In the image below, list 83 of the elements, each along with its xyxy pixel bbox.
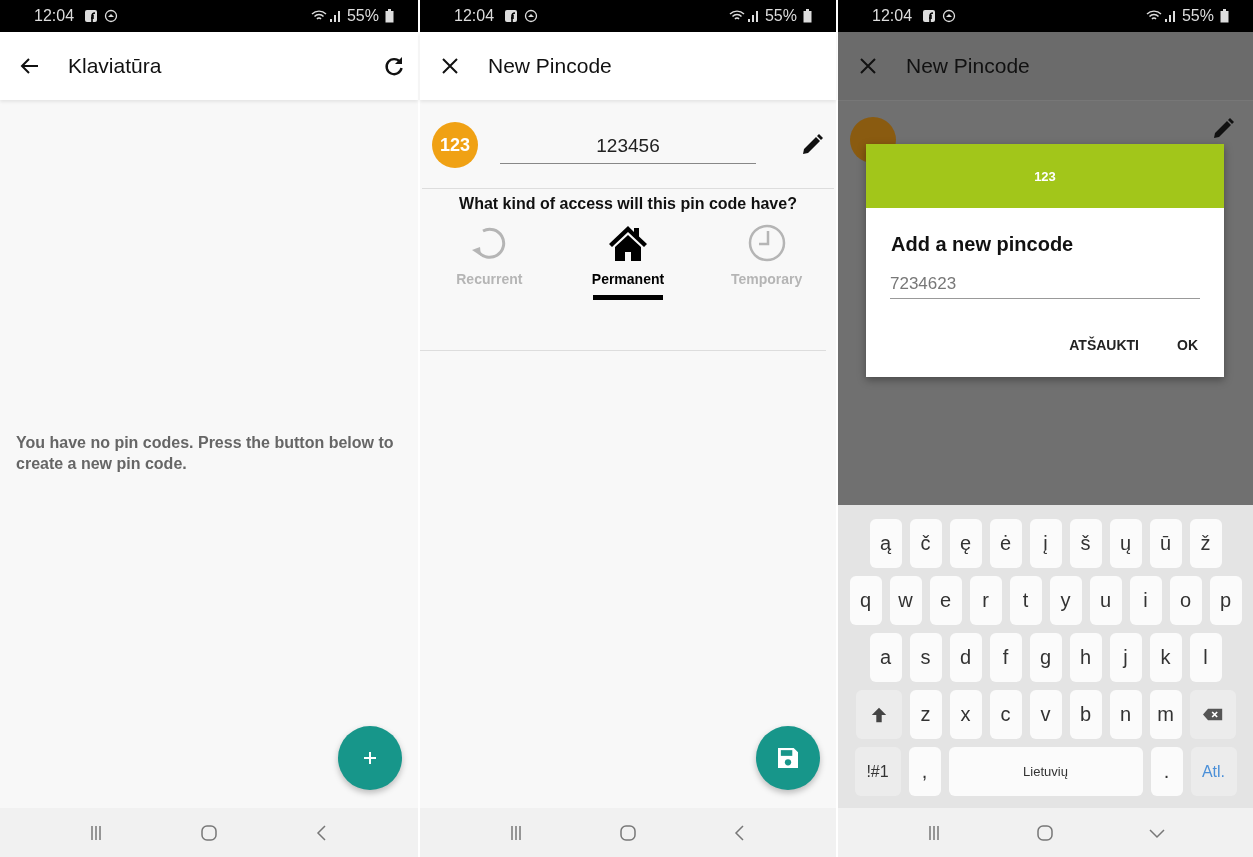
keyboard-key[interactable]: ė — [989, 519, 1022, 568]
dialog-button[interactable]: ATŠAUKTI — [1061, 331, 1147, 359]
battery-icon — [1220, 9, 1229, 23]
battery-icon — [803, 9, 812, 23]
pincode-input[interactable]: 7234623 — [890, 270, 1200, 299]
battery-percentage: 55% — [764, 7, 797, 25]
keyboard-key[interactable]: ę — [949, 519, 982, 568]
keyboard-key[interactable]: a — [869, 633, 902, 682]
keyboard-key[interactable]: d — [949, 633, 982, 682]
notification-icon — [84, 9, 99, 23]
keyboard-key[interactable]: ų — [1109, 519, 1142, 568]
keyboard-key[interactable]: c — [989, 690, 1022, 739]
keyboard-key[interactable]: o — [1169, 576, 1202, 625]
add-button[interactable] — [338, 726, 402, 790]
keyboard-key[interactable]: č — [909, 519, 942, 568]
screen-title: Klaviatūra — [68, 54, 162, 78]
shift-arrow-icon — [869, 705, 888, 724]
home-button-icon[interactable] — [199, 822, 219, 843]
keyboard-key[interactable]: i — [1129, 576, 1162, 625]
keyboard-key[interactable]: r — [969, 576, 1002, 625]
keyboard-key[interactable]: y — [1049, 576, 1082, 625]
keyboard-key[interactable]: ž — [1189, 519, 1222, 568]
keyboard-key[interactable]: h — [1069, 633, 1102, 682]
pincode-field[interactable]: 123456 — [500, 126, 756, 164]
access-type-tab[interactable]: Permanent — [573, 223, 683, 300]
keyboard-key[interactable]: w — [889, 576, 922, 625]
notification-icon — [524, 9, 539, 23]
symbols-key[interactable]: !#1 — [854, 747, 901, 796]
battery-percentage: 55% — [346, 7, 379, 25]
pencil-icon[interactable] — [800, 133, 824, 157]
shift-key[interactable] — [855, 690, 902, 739]
signal-icon — [1145, 9, 1176, 23]
screen-title: New Pincode — [906, 54, 1030, 78]
empty-state-message: You have no pin codes. Press the button below to create a new pin code. — [15, 433, 395, 474]
keyboard-key[interactable]: t — [1009, 576, 1042, 625]
screen-title: New Pincode — [488, 54, 612, 78]
keyboard-key[interactable]: l — [1189, 633, 1222, 682]
backspace-icon — [1201, 707, 1224, 722]
space-key[interactable]: Lietuvių — [948, 747, 1143, 796]
save-button[interactable] — [756, 726, 820, 790]
access-question: What kind of access will this pin code have? — [422, 188, 834, 213]
home-button-icon[interactable] — [618, 822, 638, 843]
keyboard-key[interactable]: v — [1029, 690, 1062, 739]
signal-icon — [310, 9, 341, 23]
keyboard-key[interactable]: x — [949, 690, 982, 739]
keyboard-key[interactable]: . — [1150, 747, 1183, 796]
keyboard-key[interactable]: ū — [1149, 519, 1182, 568]
battery-icon — [385, 9, 394, 23]
keyboard-key[interactable]: b — [1069, 690, 1102, 739]
dialog-button[interactable]: OK — [1169, 331, 1206, 359]
status-time: 12:04 — [872, 7, 913, 25]
dialog-title: Add a new pincode — [891, 233, 1075, 256]
keyboard-key[interactable]: j — [1109, 633, 1142, 682]
battery-percentage: 55% — [1181, 7, 1214, 25]
keyboard-key[interactable]: , — [908, 747, 941, 796]
dialog-header-text: 123 — [1034, 168, 1056, 184]
keyboard-key[interactable]: p — [1209, 576, 1242, 625]
keyboard-key[interactable]: q — [849, 576, 882, 625]
keyboard-key[interactable]: ą — [869, 519, 902, 568]
keyboard-key[interactable]: n — [1109, 690, 1142, 739]
status-time: 12:04 — [34, 7, 75, 25]
notification-icon — [942, 9, 957, 23]
signal-icon — [728, 9, 759, 23]
keyboard-key[interactable]: s — [909, 633, 942, 682]
keyboard-key[interactable]: į — [1029, 519, 1062, 568]
pin-badge: 123 — [432, 122, 478, 168]
keyboard-key[interactable]: m — [1149, 690, 1182, 739]
backspace-key[interactable] — [1189, 690, 1236, 739]
notification-icon — [104, 9, 119, 23]
keyboard-key[interactable]: f — [989, 633, 1022, 682]
keyboard-key[interactable]: u — [1089, 576, 1122, 625]
keyboard-key[interactable]: z — [909, 690, 942, 739]
notification-icon — [504, 9, 519, 23]
status-time: 12:04 — [454, 7, 495, 25]
home-button-icon[interactable] — [1035, 822, 1056, 843]
pencil-icon — [1213, 117, 1235, 139]
keyboard-key[interactable]: k — [1149, 633, 1182, 682]
keyboard-key[interactable]: e — [929, 576, 962, 625]
clock-icon — [746, 223, 787, 263]
notification-icon — [922, 9, 937, 23]
keyboard-key[interactable]: g — [1029, 633, 1062, 682]
keyboard-key[interactable]: š — [1069, 519, 1102, 568]
home-icon — [608, 223, 648, 263]
